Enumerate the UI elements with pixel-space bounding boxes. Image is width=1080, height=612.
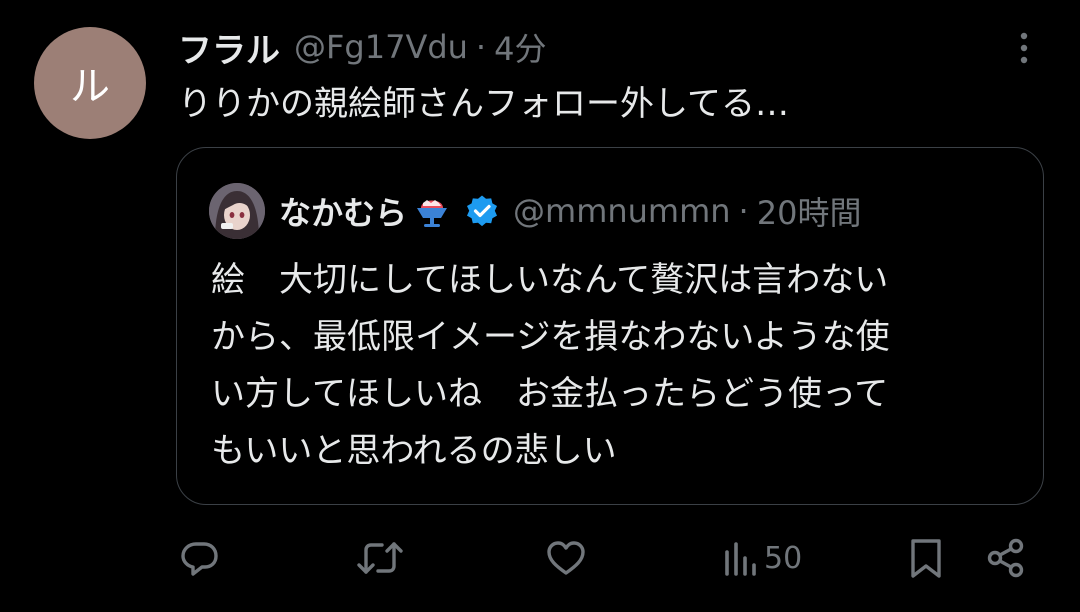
- tweet-text: りりかの親絵師さんフォロー外してる…: [178, 84, 789, 124]
- quoted-header: なかむら @mmnummn · 20時間: [279, 185, 861, 237]
- timestamp[interactable]: 4分: [494, 24, 546, 70]
- quoted-timestamp[interactable]: 20時間: [757, 188, 862, 234]
- share-button[interactable]: [984, 530, 1028, 586]
- avatar-initial: ル: [70, 64, 110, 110]
- quoted-text-line: から、最低限イメージを損なわないような使: [211, 317, 890, 357]
- views-icon: [725, 542, 756, 576]
- quoted-text-line: 絵 大切にしてほしいなんて贅沢は言わない: [211, 260, 889, 300]
- reply-button[interactable]: [178, 530, 222, 586]
- bookmark-button[interactable]: [908, 530, 944, 586]
- like-button[interactable]: [544, 530, 588, 586]
- avatar[interactable]: ル: [34, 27, 146, 139]
- quoted-avatar-image: [209, 183, 265, 239]
- share-icon: [987, 538, 1024, 578]
- quoted-avatar[interactable]: [209, 183, 265, 239]
- views-button[interactable]: 50: [722, 530, 802, 586]
- tweet[interactable]: ル フラル @Fg17Vdu · 4分 りりかの親絵師さんフォロー外してる… な…: [0, 0, 1080, 612]
- verified-badge-icon: [467, 195, 498, 227]
- quoted-tweet[interactable]: なかむら @mmnummn · 20時間 絵 大切にしてほしいなんて贅沢は言わな…: [176, 147, 1044, 505]
- quoted-text-line: い方してほしいね お金払ったらどう使って: [211, 374, 889, 414]
- more-vertical-icon: [1020, 32, 1028, 64]
- heart-icon: [547, 541, 585, 575]
- quoted-text-line: もいいと思われるの悲しい: [211, 431, 617, 471]
- more-options-button[interactable]: [1008, 30, 1040, 66]
- separator-dot: ·: [475, 28, 487, 66]
- retweet-button[interactable]: [356, 530, 404, 586]
- quoted-display-name[interactable]: なかむら: [279, 188, 407, 234]
- reply-icon: [181, 542, 218, 576]
- shaved-ice-emoji-icon: [417, 200, 448, 227]
- tweet-header: フラル @Fg17Vdu · 4分: [178, 23, 546, 72]
- display-name[interactable]: フラル: [178, 23, 280, 72]
- bookmark-icon: [911, 539, 941, 578]
- quoted-user-handle[interactable]: @mmnummn: [513, 192, 731, 230]
- retweet-icon: [357, 542, 403, 574]
- action-bar: 50: [0, 530, 1080, 590]
- views-count: 50: [764, 540, 803, 576]
- user-handle[interactable]: @Fg17Vdu: [294, 28, 468, 66]
- quoted-separator-dot: ·: [738, 192, 749, 230]
- quoted-text: 絵 大切にしてほしいなんて贅沢は言わない から、最低限イメージを損なわないような…: [211, 252, 890, 480]
